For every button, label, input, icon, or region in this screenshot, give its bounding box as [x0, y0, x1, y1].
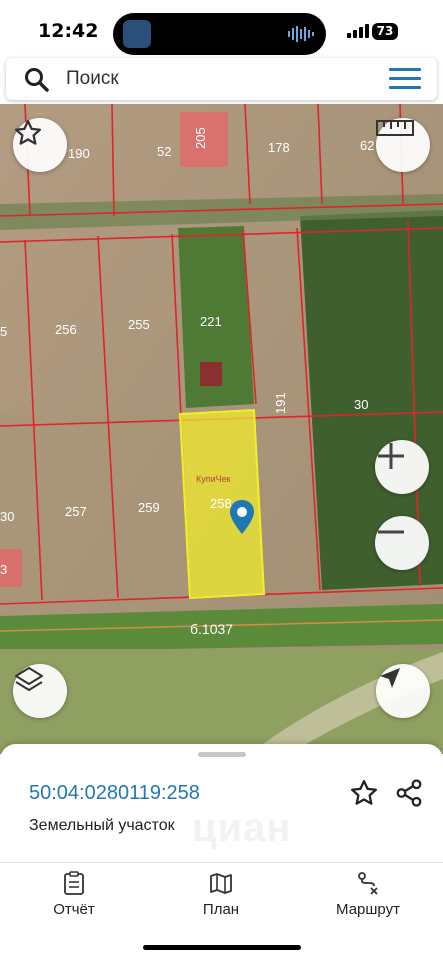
plot-label: 5 [0, 324, 7, 339]
road-label: б.1037 [190, 621, 233, 637]
now-playing-icon [123, 20, 151, 48]
ruler-button[interactable] [376, 118, 430, 172]
building-label: КупиЧек [196, 474, 231, 484]
plot-label: 259 [138, 500, 160, 515]
my-location-button[interactable] [376, 664, 430, 718]
search-icon [25, 68, 49, 92]
plus-icon [378, 443, 404, 469]
ruler-icon [376, 120, 414, 136]
map-plan-icon [210, 873, 232, 894]
favorite-star-button[interactable] [13, 118, 67, 172]
tab-plan[interactable]: План [166, 871, 276, 918]
share-icon[interactable] [394, 778, 424, 808]
status-time: 12:42 [38, 20, 99, 42]
plot-label: 257 [65, 504, 87, 519]
zoom-out-button[interactable] [375, 516, 429, 570]
battery-icon: 73 [372, 23, 398, 40]
plot-label: 30 [0, 509, 14, 524]
cellular-signal-icon [347, 24, 369, 38]
tab-label: Отчёт [53, 901, 95, 918]
cadastral-number[interactable]: 50:04:0280119:258 [29, 782, 200, 805]
parcel-info-sheet[interactable]: циан 50:04:0280119:258 Земельный участок [0, 744, 443, 864]
tab-report[interactable]: Отчёт [19, 871, 129, 918]
plot-label: 190 [68, 146, 90, 161]
tab-route[interactable]: Маршрут [313, 871, 423, 918]
report-icon [64, 871, 84, 895]
search-bar[interactable]: Поиск [6, 58, 437, 100]
tab-label: Маршрут [336, 901, 400, 918]
plot-label: 178 [268, 140, 290, 155]
layers-icon [15, 667, 43, 691]
watermark: циан [192, 806, 292, 850]
route-icon [358, 872, 378, 895]
tab-label: План [202, 901, 240, 918]
plot-label: 62 [360, 138, 374, 153]
plot-label: 205 [193, 127, 208, 149]
star-icon [15, 120, 41, 145]
plot-label: 221 [200, 314, 222, 329]
plot-label: 191 [273, 392, 288, 414]
plot-label: 52 [157, 144, 171, 159]
menu-icon[interactable] [389, 68, 421, 90]
plot-label: 3 [0, 562, 7, 577]
map-view[interactable]: 190 52 205 178 62 256 255 221 5 191 30 3… [0, 104, 443, 754]
home-indicator[interactable] [143, 945, 301, 950]
audio-wave-icon [288, 26, 314, 42]
status-bar: 12:42 73 [0, 0, 443, 58]
sheet-grabber[interactable] [198, 752, 246, 757]
dynamic-island [113, 13, 326, 55]
navigation-arrow-icon [380, 668, 400, 688]
plot-label: 255 [128, 317, 150, 332]
satellite-map: 190 52 205 178 62 256 255 221 5 191 30 3… [0, 104, 443, 754]
parcel-type: Земельный участок [29, 817, 175, 834]
plot-label-selected: 258 [210, 496, 232, 511]
layers-button[interactable] [13, 664, 67, 718]
search-input[interactable]: Поиск [66, 68, 119, 90]
star-icon[interactable] [349, 778, 379, 808]
zoom-in-button[interactable] [375, 440, 429, 494]
plot-label: 30 [354, 397, 368, 412]
plot-label: 256 [55, 322, 77, 337]
minus-icon [378, 530, 404, 534]
